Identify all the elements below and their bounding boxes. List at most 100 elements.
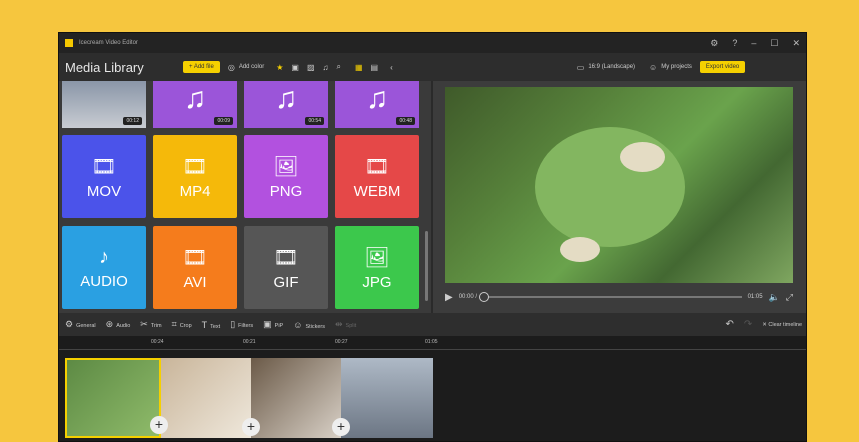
- crop-icon: ⌗: [171, 319, 177, 329]
- clear-timeline-button[interactable]: ✕ Clear timeline: [762, 322, 802, 328]
- tick-label: 01:05: [425, 339, 438, 345]
- redo-icon[interactable]: ↷: [744, 319, 752, 330]
- format-tile-avi[interactable]: 🎞 AVI: [153, 226, 237, 309]
- app-window: Icecream Video Editor ⚙ ? – ☐ ✕ Media Li…: [58, 32, 807, 442]
- text-icon: T: [201, 319, 208, 330]
- trim-icon: ✂: [140, 319, 148, 329]
- minimize-button[interactable]: –: [751, 38, 756, 49]
- close-button[interactable]: ✕: [792, 38, 800, 49]
- play-icon[interactable]: ▶: [445, 292, 453, 303]
- add-transition-button[interactable]: +: [150, 416, 168, 434]
- my-projects-button[interactable]: My projects: [661, 64, 692, 70]
- audio-item[interactable]: ♫ 00:48: [335, 81, 419, 128]
- aspect-ratio-button[interactable]: 16:9 (Landscape): [588, 64, 635, 70]
- image-filter-icon[interactable]: ▨: [307, 63, 315, 72]
- add-transition-button[interactable]: +: [242, 418, 260, 436]
- tool-label: Filters: [238, 323, 254, 329]
- format-icon: 🖼: [364, 246, 390, 269]
- title-bar: Icecream Video Editor ⚙ ? – ☐ ✕: [59, 33, 806, 53]
- format-label: WEBM: [353, 182, 401, 200]
- format-tile-gif[interactable]: 🎞 GIF: [244, 226, 328, 309]
- preview-panel: ▶ 00:00 / 01:05 🔈 ⤢: [433, 81, 806, 313]
- format-label: MP4: [179, 182, 211, 200]
- add-transition-button[interactable]: +: [332, 418, 350, 436]
- format-label: MOV: [86, 182, 122, 200]
- tool-pip[interactable]: ▣ PiP: [263, 319, 283, 330]
- tool-label: Trim: [150, 323, 162, 329]
- timeline: 00:24 00:21 00:27 01:05 + + +: [59, 336, 806, 441]
- format-icon: 🎞: [182, 155, 208, 178]
- tool-audio[interactable]: ⊛ Audio: [106, 319, 131, 330]
- collapse-icon[interactable]: ‹: [390, 63, 393, 72]
- projects-icon: ☺: [649, 62, 658, 72]
- tool-general[interactable]: ⚙ General: [65, 319, 96, 330]
- scrollbar[interactable]: [425, 231, 428, 301]
- format-icon: 🎞: [91, 155, 117, 178]
- palette-icon: ◎: [227, 62, 235, 72]
- list-view-icon[interactable]: ▤: [371, 63, 379, 72]
- tick-label: 00:27: [335, 339, 348, 345]
- seek-bar[interactable]: [479, 292, 742, 302]
- format-icon: 🖼: [273, 155, 299, 178]
- search-icon[interactable]: ⌕: [337, 62, 341, 72]
- help-icon[interactable]: ?: [732, 38, 737, 49]
- tick-label: 00:21: [243, 339, 256, 345]
- format-icon: 🎞: [182, 246, 208, 269]
- app-logo: [65, 39, 73, 47]
- tool-trim[interactable]: ✂ Trim: [140, 319, 161, 330]
- format-tile-png[interactable]: 🖼 PNG: [244, 135, 328, 218]
- video-preview[interactable]: [445, 87, 793, 283]
- format-tile-webm[interactable]: 🎞 WEBM: [335, 135, 419, 218]
- volume-icon[interactable]: 🔈: [769, 292, 780, 303]
- format-tile-audio[interactable]: ♪ AUDIO: [62, 226, 146, 309]
- format-label: AVI: [183, 273, 207, 291]
- app-title: Icecream Video Editor: [79, 40, 138, 46]
- tool-crop[interactable]: ⌗ Crop: [172, 319, 192, 330]
- video-filter-icon[interactable]: ▣: [291, 63, 299, 72]
- stickers-icon: ☺: [293, 319, 303, 330]
- tool-split[interactable]: ⇹ Split: [335, 319, 356, 330]
- settings-icon[interactable]: ⚙: [710, 38, 718, 49]
- format-label: PNG: [269, 182, 303, 200]
- format-label: AUDIO: [80, 272, 128, 290]
- media-library-title: Media Library: [65, 59, 144, 75]
- export-video-button[interactable]: Export video: [699, 61, 746, 73]
- tool-label: Crop: [179, 323, 192, 329]
- format-label: JPG: [362, 273, 392, 291]
- star-filter-icon[interactable]: ★: [276, 63, 283, 72]
- timeline-clip[interactable]: +: [161, 358, 260, 438]
- main-toolbar: Media Library + Add file ◎ Add color ★ ▣…: [59, 53, 806, 81]
- filters-icon: ▯: [230, 319, 236, 329]
- general-icon: ⚙: [65, 319, 74, 329]
- edit-toolbar: ⚙ General ⊛ Audio ✂ Trim ⌗ Crop T Text ▯ Filters ▣ Pi…: [59, 313, 806, 336]
- format-tile-mp4[interactable]: 🎞 MP4: [153, 135, 237, 218]
- grid-view-icon[interactable]: ▦: [355, 63, 363, 72]
- tool-label: General: [76, 323, 96, 329]
- bunker: [560, 237, 600, 262]
- timeline-clip[interactable]: +: [65, 358, 168, 438]
- timeline-clip[interactable]: [341, 358, 433, 438]
- fullscreen-icon[interactable]: ⤢: [786, 292, 793, 303]
- video-thumbnail[interactable]: 00:12: [62, 81, 146, 128]
- audio-filter-icon[interactable]: ♫: [323, 63, 329, 72]
- seek-handle[interactable]: [479, 292, 490, 302]
- format-tile-mov[interactable]: 🎞 MOV: [62, 135, 146, 218]
- tool-filters[interactable]: ▯ Filters: [230, 319, 253, 330]
- timeline-ruler[interactable]: 00:24 00:21 00:27 01:05: [59, 336, 806, 350]
- format-tile-jpg[interactable]: 🖼 JPG: [335, 226, 419, 309]
- tool-label: Split: [345, 323, 357, 329]
- tool-text[interactable]: T Text: [202, 320, 221, 330]
- tool-label: Audio: [116, 323, 131, 329]
- maximize-button[interactable]: ☐: [770, 38, 778, 49]
- audio-icon: ⊛: [105, 319, 114, 329]
- add-color-button[interactable]: Add color: [239, 64, 264, 70]
- audio-item[interactable]: ♫ 00:54: [244, 81, 328, 128]
- audio-item[interactable]: ♫ 00:09: [153, 81, 237, 128]
- tool-label: Text: [210, 323, 221, 330]
- undo-icon[interactable]: ↶: [725, 319, 733, 330]
- add-file-button[interactable]: + Add file: [183, 61, 220, 73]
- tool-stickers[interactable]: ☺ Stickers: [293, 320, 325, 330]
- format-icon: 🎞: [364, 155, 390, 178]
- pip-icon: ▣: [263, 319, 272, 329]
- timeline-clip[interactable]: +: [251, 358, 350, 438]
